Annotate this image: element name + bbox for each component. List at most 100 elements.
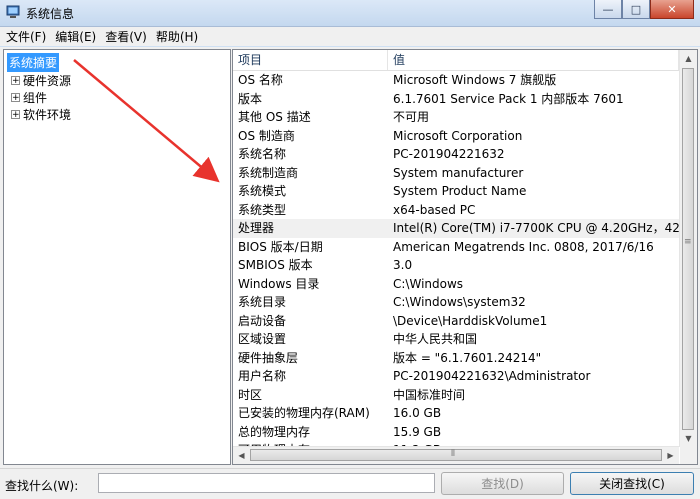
window-title: 系统信息 [26, 7, 75, 21]
cell-item: BIOS 版本/日期 [238, 239, 323, 254]
cell-value: C:\Windows\system32 [393, 295, 526, 309]
cell-value: Intel(R) Core(TM) i7-7700K CPU @ 4.20GHz… [393, 221, 679, 235]
table-row[interactable]: 已安装的物理内存(RAM) 16.0 GB [233, 404, 679, 423]
table-row[interactable]: BIOS 版本/日期 American Megatrends Inc. 0808,… [233, 238, 679, 257]
cell-value: 16.0 GB [393, 406, 442, 420]
menu-view[interactable]: 查看(V) [102, 28, 150, 45]
cell-value: C:\Windows [393, 276, 464, 291]
cell-value: 不可用 [393, 110, 430, 124]
cell-item: 已安装的物理内存(RAM) [238, 406, 370, 420]
table-body: OS 名称 Microsoft Windows 7 旗舰版版本 6.1.7601 S… [233, 71, 679, 447]
column-header-item[interactable]: 项目 [233, 50, 388, 70]
tree-item-components[interactable]: + 组件 [11, 88, 47, 106]
cell-item: SMBIOS 版本 [238, 258, 313, 272]
table-row[interactable]: 系统名称 PC-201904221632 [233, 145, 679, 164]
close-find-button[interactable]: 关闭查找(C) [570, 472, 694, 495]
menu-file[interactable]: 文件(F) [3, 28, 49, 45]
menu-bar: 文件(F) 编辑(E) 查看(V) 帮助(H) [0, 27, 700, 46]
tree-item-software[interactable]: + 软件环境 [11, 105, 71, 123]
find-label: 查找什么(W): [5, 479, 79, 493]
expand-icon[interactable]: + [11, 75, 20, 85]
cell-value: 中华人民共和国 [393, 332, 478, 346]
cell-value: American Megatrends Inc. 0808, 2017/6/16 [393, 239, 654, 254]
scroll-right-icon[interactable]: ▶ [662, 447, 679, 464]
details-list: 项目 值 OS 名称 Microsoft Windows 7 旗舰版版本 6.1.7… [232, 49, 698, 465]
table-row[interactable]: 总的物理内存 15.9 GB [233, 423, 679, 442]
cell-value: Microsoft Corporation [393, 128, 523, 143]
tree-item-label: 软件环境 [23, 107, 72, 122]
cell-value: 3.0 [393, 258, 413, 272]
close-button[interactable]: ✕ [650, 0, 694, 19]
cell-item: 系统类型 [238, 202, 287, 217]
table-row[interactable]: 系统制造商 System manufacturer [233, 164, 679, 183]
table-row[interactable]: 系统模式 System Product Name [233, 182, 679, 201]
cell-item: 区域设置 [238, 332, 287, 346]
tree-item-summary[interactable]: 系统摘要 [7, 52, 60, 72]
cell-item: 启动设备 [238, 313, 287, 328]
table-row[interactable]: 用户名称 PC-201904221632\Administrator [233, 367, 679, 386]
cell-value: System Product Name [393, 184, 527, 198]
table-row[interactable]: 区域设置 中华人民共和国 [233, 330, 679, 349]
client-area: 系统摘要 + 硬件资源 + 组件 + 软件环境 项目 值 OS 名称 Micros… [0, 47, 700, 468]
vertical-scrollbar[interactable]: ▲ ≡ ▼ [679, 50, 697, 447]
table-row[interactable]: OS 制造商 Microsoft Corporation [233, 127, 679, 146]
table-row[interactable]: 其他 OS 描述 不可用 [233, 108, 679, 127]
table-row[interactable]: 启动设备 \Device\HarddiskVolume1 [233, 312, 679, 331]
find-bar: 查找什么(W): 查找(D) 关闭查找(C) [0, 468, 700, 499]
scroll-left-icon[interactable]: ◀ [233, 447, 250, 464]
cell-item: 其他 OS 描述 [238, 110, 311, 124]
cell-item: OS 制造商 [238, 128, 295, 143]
category-tree: 系统摘要 + 硬件资源 + 组件 + 软件环境 [3, 49, 231, 465]
cell-item: 系统制造商 [238, 165, 299, 180]
cell-value: PC-201904221632\Administrator [393, 369, 591, 383]
cell-value: \Device\HarddiskVolume1 [393, 313, 548, 328]
table-row[interactable]: Windows 目录 C:\Windows [233, 275, 679, 294]
cell-value: PC-201904221632 [393, 147, 505, 161]
cell-item: 时区 [238, 387, 263, 402]
cell-value: Microsoft Windows 7 旗舰版 [393, 73, 557, 87]
maximize-button[interactable]: □ [622, 0, 650, 19]
find-input[interactable] [98, 473, 435, 493]
cell-item: 处理器 [238, 221, 275, 235]
cell-item: 系统名称 [238, 147, 287, 161]
horizontal-scroll-thumb[interactable]: ⦀ [250, 449, 662, 461]
tree-item-label: 系统摘要 [7, 52, 60, 72]
table-row[interactable]: 硬件抽象层 版本 = "6.1.7601.24214" [233, 349, 679, 368]
table-row[interactable]: SMBIOS 版本 3.0 [233, 256, 679, 275]
cell-item: 用户名称 [238, 369, 287, 383]
find-button[interactable]: 查找(D) [441, 472, 564, 495]
tree-item-label: 硬件资源 [23, 73, 72, 88]
table-row[interactable]: 系统类型 x64-based PC [233, 201, 679, 220]
cell-value: 15.9 GB [393, 424, 442, 439]
cell-value: 版本 = "6.1.7601.24214" [393, 350, 542, 365]
table-row[interactable]: 版本 6.1.7601 Service Pack 1 内部版本 7601 [233, 90, 679, 109]
column-header-value[interactable]: 值 [388, 50, 679, 70]
table-row[interactable]: 时区 中国标准时间 [233, 386, 679, 405]
cell-value: x64-based PC [393, 202, 476, 217]
grip-icon: ⦀ [451, 449, 455, 459]
column-header-row: 项目 值 [233, 50, 679, 71]
cell-value: 中国标准时间 [393, 387, 466, 402]
grip-icon: ≡ [684, 237, 692, 247]
table-row[interactable]: 系统目录 C:\Windows\system32 [233, 293, 679, 312]
horizontal-scrollbar[interactable]: ◀ ⦀ ▶ [233, 446, 679, 464]
vertical-scroll-thumb[interactable]: ≡ [682, 68, 694, 430]
table-row[interactable]: 处理器 Intel(R) Core(TM) i7-7700K CPU @ 4.20… [233, 219, 679, 238]
menu-help[interactable]: 帮助(H) [153, 28, 201, 45]
cell-item: OS 名称 [238, 73, 283, 87]
expand-icon[interactable]: + [11, 92, 20, 102]
tree-item-hardware[interactable]: + 硬件资源 [11, 71, 71, 89]
cell-item: 硬件抽象层 [238, 350, 299, 365]
system-info-icon [6, 5, 20, 18]
expand-icon[interactable]: + [11, 109, 20, 119]
table-row[interactable]: OS 名称 Microsoft Windows 7 旗舰版 [233, 71, 679, 90]
minimize-button[interactable]: — [594, 0, 622, 19]
title-bar: 系统信息 — □ ✕ [0, 0, 700, 27]
scroll-up-icon[interactable]: ▲ [680, 50, 697, 67]
cell-value: 6.1.7601 Service Pack 1 内部版本 7601 [393, 91, 624, 106]
cell-item: 总的物理内存 [238, 424, 311, 439]
cell-item: Windows 目录 [238, 276, 320, 291]
menu-edit[interactable]: 编辑(E) [52, 28, 99, 45]
scroll-corner [680, 447, 697, 464]
scroll-down-icon[interactable]: ▼ [680, 430, 697, 447]
